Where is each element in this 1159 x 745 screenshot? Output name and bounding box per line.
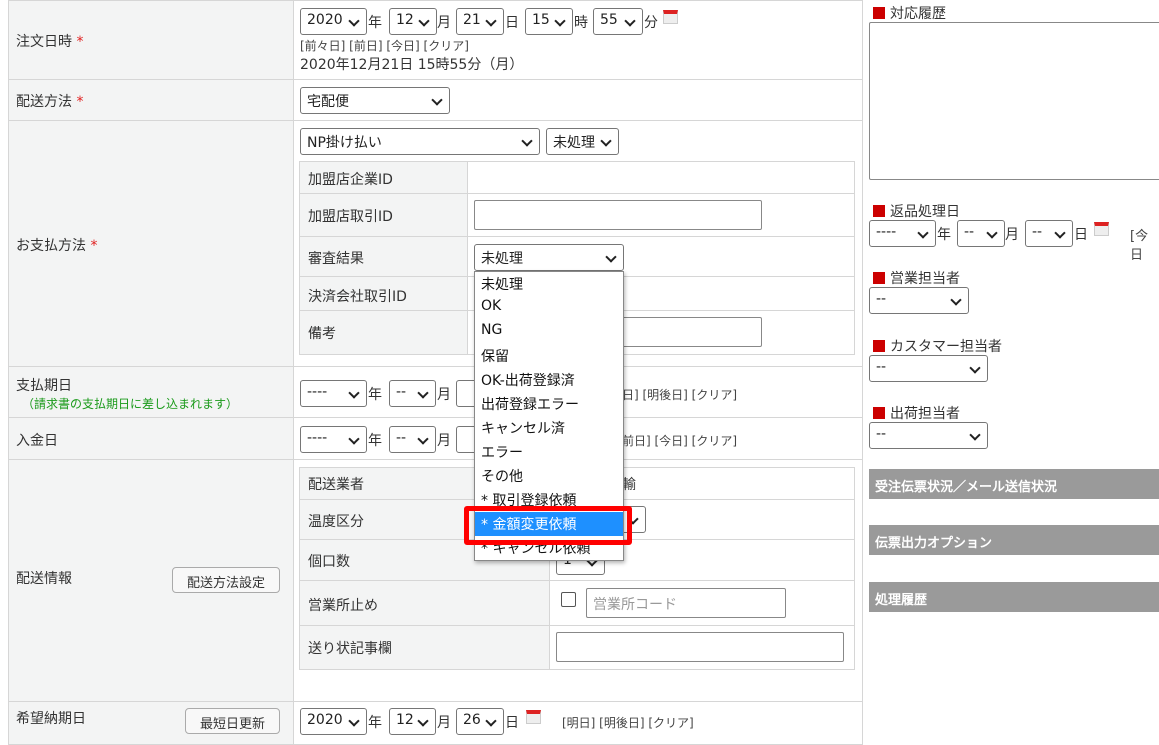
annotation-highlight-box xyxy=(464,506,632,545)
dropdown-option[interactable]: NG xyxy=(475,320,623,344)
customer-rep-label: カスタマー担当者 xyxy=(873,336,1002,356)
order-day-select[interactable]: 21 xyxy=(456,8,504,35)
due-date-label: 支払期日 xyxy=(16,378,72,394)
office-code-input[interactable]: 営業所コード xyxy=(586,588,786,618)
desired-day-select[interactable]: 26 xyxy=(456,708,504,735)
payment-method-select[interactable]: NP掛け払い xyxy=(300,128,540,155)
review-result-label: 審査結果 xyxy=(308,251,364,267)
unit-day: 日 xyxy=(505,15,519,31)
history-textarea[interactable] xyxy=(869,22,1159,180)
dropdown-option[interactable]: その他 xyxy=(475,464,623,488)
dropdown-option[interactable]: OK xyxy=(475,296,623,320)
calendar-icon[interactable] xyxy=(1094,222,1109,236)
shipping-method-label: 配送方法 * xyxy=(16,94,84,110)
due-date-note: （請求書の支払期日に差し込まれます） xyxy=(22,397,239,411)
delivery-label: 配送情報 xyxy=(16,571,72,587)
deposit-date-label: 入金日 xyxy=(16,433,58,449)
carrier-value: 輸 xyxy=(622,477,636,493)
dropdown-option[interactable]: キャンセル済 xyxy=(475,416,623,440)
order-date-links[interactable]: [前々日] [前日] [今日] [クリア] xyxy=(300,37,469,54)
calendar-icon[interactable] xyxy=(526,710,541,724)
dropdown-option[interactable]: OK-出荷登録済 xyxy=(475,368,623,392)
order-hour-select[interactable]: 15 xyxy=(525,8,573,35)
payment-status-select[interactable]: 未処理 xyxy=(546,128,619,155)
return-year-select[interactable]: ---- xyxy=(869,220,936,247)
deposit-year-select[interactable]: ---- xyxy=(300,426,367,453)
unit-hour: 時 xyxy=(574,15,588,31)
temperature-label: 温度区分 xyxy=(308,514,364,530)
order-minute-select[interactable]: 55 xyxy=(593,8,643,35)
dropdown-option[interactable]: エラー xyxy=(475,440,623,464)
return-date-label: 返品処理日 xyxy=(873,201,960,221)
merchant-txn-id-input[interactable] xyxy=(474,200,762,230)
unit-minute: 分 xyxy=(644,15,658,31)
due-year-select[interactable]: ---- xyxy=(300,380,367,407)
desired-month-select[interactable]: 12 xyxy=(389,708,436,735)
due-month-select[interactable]: -- xyxy=(389,380,436,407)
shipping-rep-label: 出荷担当者 xyxy=(873,403,960,423)
order-date-label: 注文日時 * xyxy=(16,34,84,50)
slip-output-options-section[interactable]: 伝票出力オプション xyxy=(869,525,1159,555)
desired-year-select[interactable]: 2020 xyxy=(300,708,367,735)
office-hold-checkbox[interactable] xyxy=(561,592,576,607)
slip-note-label: 送り状記事欄 xyxy=(308,641,392,657)
review-result-select[interactable]: 未処理 xyxy=(474,244,624,271)
return-today-link[interactable]: [今日 xyxy=(1130,225,1159,263)
unit-year: 年 xyxy=(368,15,382,31)
return-day-select[interactable]: -- xyxy=(1025,220,1073,247)
order-date-display: 2020年12月21日 15時55分（月） xyxy=(300,57,524,73)
shipping-method-select[interactable]: 宅配便 xyxy=(300,87,450,114)
desired-date-links[interactable]: [明日] [明後日] [クリア] xyxy=(562,714,694,731)
due-date-links[interactable]: 日] [明後日] [クリア] xyxy=(622,386,737,403)
dropdown-option[interactable]: 出荷登録エラー xyxy=(475,392,623,416)
dropdown-option[interactable]: 未処理 xyxy=(475,272,623,296)
sales-rep-select[interactable]: -- xyxy=(869,287,969,314)
history-label: 対応履歴 xyxy=(873,3,946,23)
desired-date-label: 希望納期日 xyxy=(16,711,86,727)
merchant-txn-id-label: 加盟店取引ID xyxy=(308,209,393,225)
process-history-section[interactable]: 処理履歴 xyxy=(869,582,1159,612)
return-month-select[interactable]: -- xyxy=(957,220,1005,247)
customer-rep-select[interactable]: -- xyxy=(869,355,988,382)
packages-label: 個口数 xyxy=(308,554,350,570)
unit-month: 月 xyxy=(437,15,451,31)
update-earliest-date-button[interactable]: 最短日更新 xyxy=(185,708,280,734)
merchant-id-label: 加盟店企業ID xyxy=(308,172,393,188)
order-status-section[interactable]: 受注伝票状況／メール送信状況 xyxy=(869,469,1159,499)
deposit-date-links[interactable]: 前日] [今日] [クリア] xyxy=(622,432,737,449)
settlement-txn-id-label: 決済会社取引ID xyxy=(308,289,407,305)
payment-label: お支払方法 * xyxy=(16,238,98,254)
note-label: 備考 xyxy=(308,326,336,342)
carrier-label: 配送業者 xyxy=(308,477,364,493)
office-hold-label: 営業所止め xyxy=(308,598,378,614)
calendar-icon[interactable] xyxy=(663,10,678,24)
shipping-rep-select[interactable]: -- xyxy=(869,422,988,449)
order-month-select[interactable]: 12 xyxy=(389,8,437,35)
sales-rep-label: 営業担当者 xyxy=(873,268,960,288)
dropdown-option[interactable]: 保留 xyxy=(475,344,623,368)
slip-note-input[interactable] xyxy=(556,632,844,662)
delivery-settings-button[interactable]: 配送方法設定 xyxy=(172,567,280,593)
order-year-select[interactable]: 2020 xyxy=(300,8,367,35)
deposit-month-select[interactable]: -- xyxy=(389,426,436,453)
